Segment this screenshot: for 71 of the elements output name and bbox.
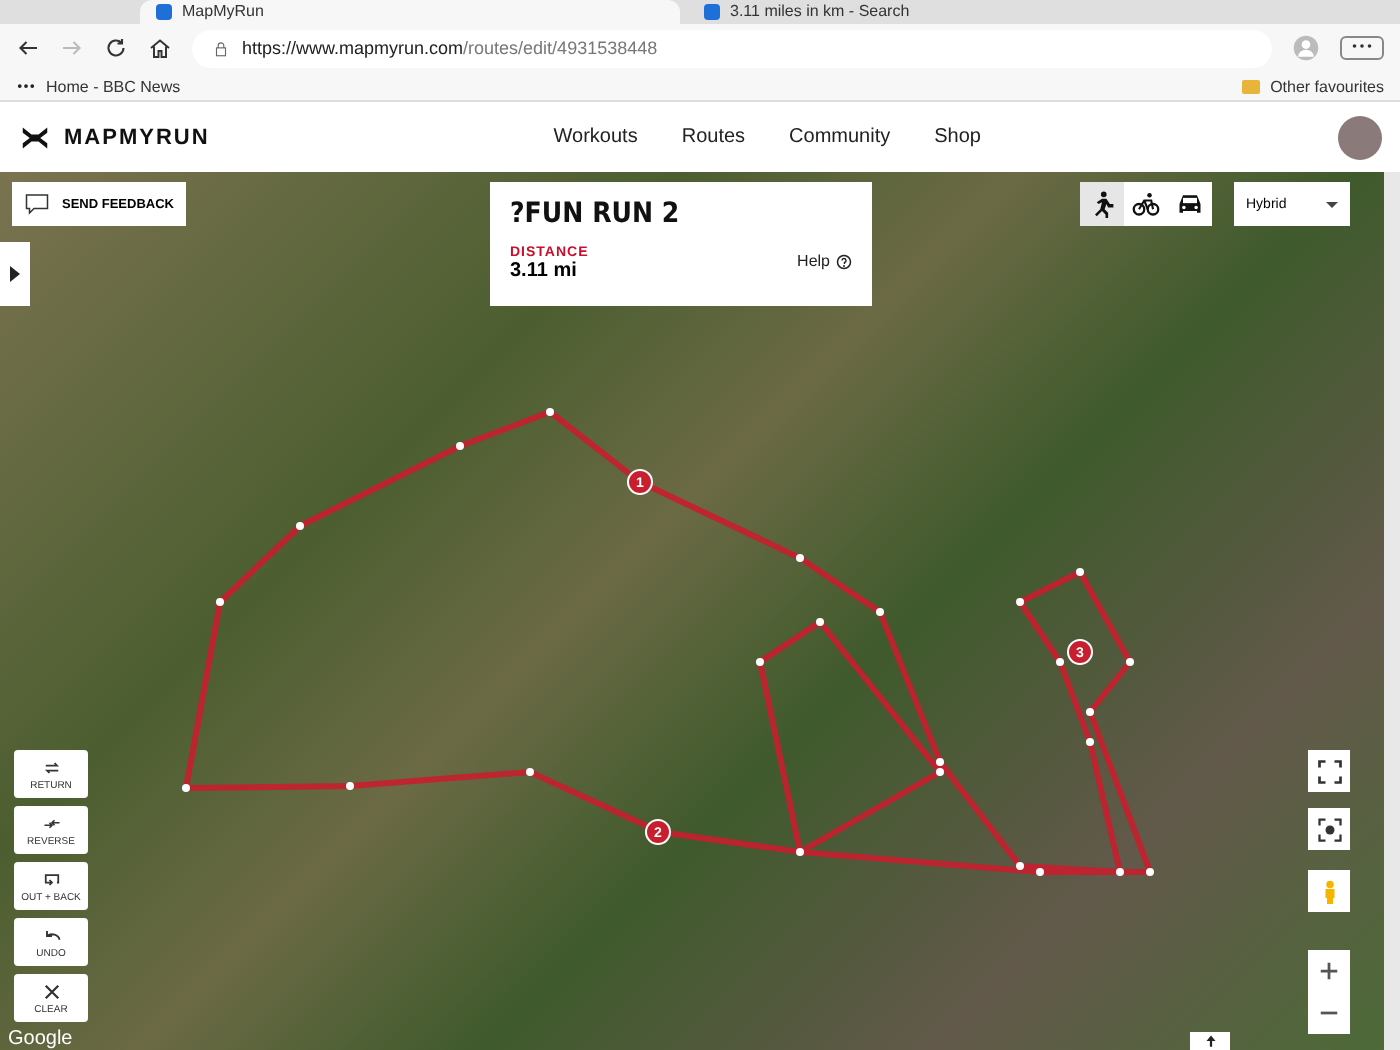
address-bar[interactable]: https://www.mapmyrun.com/routes/edit/4931538448 [192, 29, 1272, 67]
folder-icon [1242, 79, 1261, 93]
route-point[interactable] [1056, 658, 1064, 666]
user-avatar[interactable] [1338, 115, 1382, 159]
route-point[interactable] [816, 618, 824, 626]
brand-logo-icon [18, 123, 52, 151]
apps-dots-icon [16, 80, 36, 92]
route-point[interactable] [796, 554, 804, 562]
locate-button[interactable] [1308, 808, 1350, 850]
tab-favicon-icon [704, 4, 720, 20]
route-point[interactable] [216, 598, 224, 606]
route-point[interactable] [876, 608, 884, 616]
up-arrow-icon [1201, 1032, 1219, 1050]
route-point[interactable] [936, 768, 944, 776]
fullscreen-button[interactable] [1308, 750, 1350, 792]
bookmark-link[interactable]: Home - BBC News [46, 77, 181, 95]
route-point[interactable] [1036, 868, 1044, 876]
caret-icon [10, 266, 20, 282]
route-point[interactable] [296, 522, 304, 530]
route-point[interactable] [1016, 598, 1024, 606]
map-attribution: Google [8, 1028, 73, 1050]
route-point[interactable] [1086, 708, 1094, 716]
route-point[interactable] [796, 848, 804, 856]
route-point[interactable] [1086, 738, 1094, 746]
route-point[interactable] [346, 782, 354, 790]
route-point[interactable] [1116, 868, 1124, 876]
route-point[interactable] [456, 442, 464, 450]
forward-icon [60, 36, 84, 60]
plus-icon [1318, 960, 1340, 982]
nav-link[interactable]: Workouts [553, 126, 638, 148]
route-point[interactable] [546, 408, 554, 416]
nav-link[interactable]: Shop [934, 126, 981, 148]
help-link[interactable]: Help [797, 252, 852, 270]
brand-name[interactable]: MAPMYRUN [64, 125, 210, 149]
nav-link[interactable]: Community [789, 126, 891, 148]
browser-tab[interactable]: 3.11 miles in km - Search [688, 0, 1228, 24]
expand-button[interactable] [1190, 1032, 1230, 1050]
locate-icon [1317, 817, 1341, 841]
nav-link[interactable]: Routes [681, 126, 746, 148]
home-icon [148, 36, 172, 60]
lock-icon [212, 39, 230, 57]
speech-bubble-icon [24, 192, 50, 216]
route-point[interactable] [1016, 862, 1024, 870]
route-point[interactable] [756, 658, 764, 666]
scrollbar[interactable] [1384, 172, 1400, 1050]
browser-tab[interactable]: MapMyRun [140, 0, 680, 24]
url-text: https://www.mapmyrun.com/routes/edit/4931538448 [242, 38, 658, 58]
route-point[interactable] [1146, 868, 1154, 876]
route-point[interactable] [182, 784, 190, 792]
more-dots-icon [1350, 38, 1374, 54]
route-point[interactable] [936, 758, 944, 766]
profile-icon [1292, 34, 1320, 62]
close-icon [41, 981, 61, 1001]
distance-value: 3.11 mi [510, 260, 577, 282]
route-point[interactable] [1126, 658, 1134, 666]
route-title: ?FUN RUN 2 [510, 198, 682, 230]
car-icon [1176, 190, 1204, 218]
fullscreen-icon [1317, 759, 1341, 783]
other-favourites-link[interactable]: Other favourites [1270, 77, 1384, 95]
panel-toggle-button[interactable] [0, 242, 30, 306]
route-point[interactable] [526, 768, 534, 776]
reload-icon [104, 36, 128, 60]
undo-icon [41, 925, 61, 945]
bicycle-icon [1132, 190, 1160, 218]
help-icon [836, 253, 852, 269]
tab-favicon-icon [156, 4, 172, 20]
dropdown-caret-icon [1326, 201, 1338, 207]
browser-menu-button[interactable] [1340, 36, 1384, 60]
run-mode-button[interactable] [1080, 182, 1124, 226]
back-icon [16, 36, 40, 60]
route-point[interactable] [1076, 568, 1084, 576]
